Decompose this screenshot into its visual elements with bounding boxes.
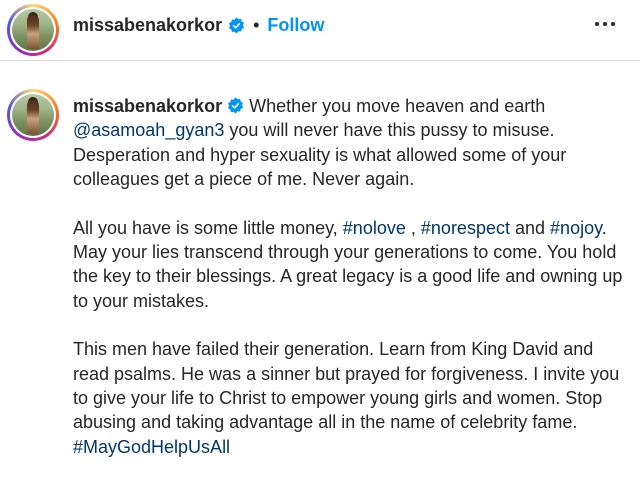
verified-badge-icon [228, 97, 244, 114]
follow-button[interactable]: Follow [267, 15, 324, 36]
caption-text-span: , [410, 217, 416, 238]
caption-text: missabenakorkor Whether you move heaven … [73, 94, 633, 459]
header-avatar[interactable] [7, 4, 59, 56]
caption-text-span: Whether you move heaven and earth [249, 96, 546, 116]
caption-text-span: All you have is some little money, [73, 217, 338, 238]
hashtag-link[interactable]: #norespect [421, 218, 510, 238]
caption-paragraph-2: All you have is some little money, #nolo… [73, 216, 633, 314]
verified-badge-icon [229, 17, 245, 34]
caption-text-span: This men have failed their generation. L… [73, 339, 620, 433]
caption-paragraph-1: missabenakorkor Whether you move heaven … [73, 94, 633, 192]
post-header: missabenakorkor • Follow [0, 0, 640, 61]
header-user: missabenakorkor • Follow [73, 15, 324, 36]
caption-paragraph-3: This men have failed their generation. L… [73, 337, 633, 459]
separator-dot: • [253, 15, 260, 35]
hashtag-link[interactable]: #MayGodHelpUsAll [73, 437, 230, 457]
more-options-icon[interactable] [595, 22, 615, 26]
caption-username[interactable]: missabenakorkor [73, 96, 222, 116]
mention-link[interactable]: @asamoah_gyan3 [73, 120, 224, 140]
caption-avatar[interactable] [7, 89, 59, 141]
hashtag-link[interactable]: #nojoy [550, 218, 602, 238]
header-username[interactable]: missabenakorkor [73, 15, 222, 36]
hashtag-link[interactable]: #nolove [343, 218, 406, 238]
caption-text-span: and [514, 217, 546, 238]
